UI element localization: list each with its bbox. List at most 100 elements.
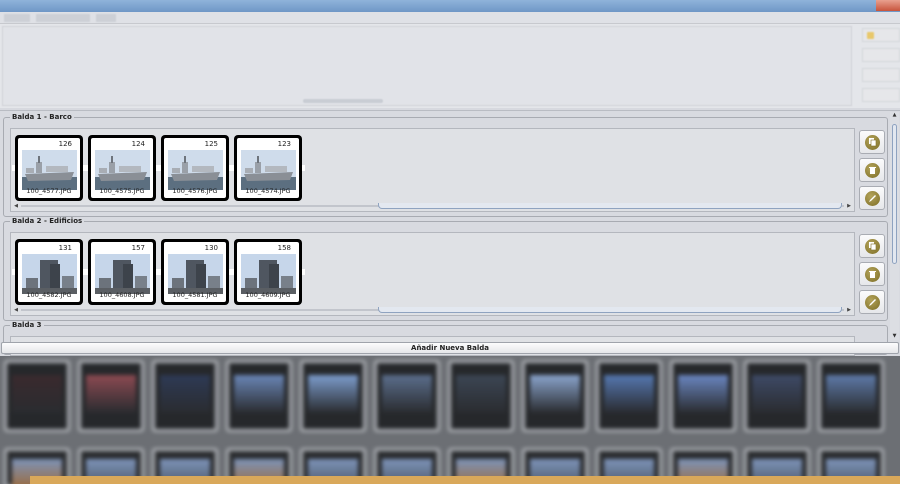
shelves-vertical-scrollbar[interactable]: ▲ ▼ (890, 112, 899, 340)
filmstrip-photo[interactable] (300, 360, 366, 432)
photo-thumbnail[interactable]: 123 100_4574.JPG (231, 135, 305, 201)
filmstrip-photo-image (86, 375, 136, 413)
photo-filename: 100_4574.JPG (245, 187, 291, 195)
photo-image (241, 254, 296, 294)
close-button[interactable] (876, 0, 900, 11)
scroll-down-arrow-icon[interactable]: ▼ (891, 333, 898, 340)
menu-bar (0, 12, 900, 24)
side-tool-button[interactable] (862, 28, 900, 42)
photo-thumbnail[interactable]: 126 100_4577.JPG (12, 135, 86, 201)
photo-count: 158 (277, 244, 291, 252)
filmstrip-photo[interactable] (152, 360, 218, 432)
photo-thumbnail[interactable]: 125 100_4576.JPG (158, 135, 232, 201)
edit-button[interactable] (859, 186, 885, 210)
photo-card: 158 100_4609.JPG (237, 242, 299, 302)
photo-count: 124 (131, 140, 145, 148)
shelf: Balda 2 - Edificios 131 100_4582.JPG 157 10… (3, 217, 888, 321)
filmstrip-photo[interactable] (670, 360, 736, 432)
top-panel-area (0, 24, 900, 108)
photo-thumbnail[interactable]: 124 100_4575.JPG (85, 135, 159, 201)
photo-card: 126 100_4577.JPG (18, 138, 80, 198)
filmstrip-photo[interactable] (374, 360, 440, 432)
left-handle[interactable] (158, 269, 161, 275)
shelf-horizontal-scrollbar[interactable]: ◀ ▶ (13, 307, 852, 313)
photo-image (241, 150, 296, 190)
left-handle[interactable] (85, 165, 88, 171)
photo-filename: 100_4575.JPG (99, 187, 145, 195)
menu-item[interactable] (36, 14, 90, 22)
folder-icon (867, 32, 874, 39)
copy-button[interactable] (859, 130, 885, 154)
photo-image (168, 150, 223, 190)
edit-button[interactable] (859, 290, 885, 314)
top-panel-scrollbar[interactable] (303, 99, 383, 103)
menu-item[interactable] (4, 14, 30, 22)
filmstrip-photo[interactable] (4, 360, 70, 432)
left-handle[interactable] (231, 269, 234, 275)
photo-count: 123 (277, 140, 291, 148)
filmstrip-photo[interactable] (596, 360, 662, 432)
right-handle[interactable] (302, 269, 305, 275)
pencil-icon (865, 191, 880, 206)
right-handle[interactable] (302, 165, 305, 171)
photo-thumbnail[interactable]: 157 100_4608.JPG (85, 239, 159, 305)
photo-count: 130 (204, 244, 218, 252)
photo-thumbnail[interactable]: 158 100_4609.JPG (231, 239, 305, 305)
scroll-thumb[interactable] (378, 203, 842, 209)
photo-thumbnail[interactable]: 130 100_4581.JPG (158, 239, 232, 305)
photo-card: 130 100_4581.JPG (164, 242, 226, 302)
filmstrip-photo-image (234, 375, 284, 413)
filmstrip-photo-image (678, 375, 728, 413)
photo-count: 157 (131, 244, 145, 252)
left-handle[interactable] (85, 269, 88, 275)
left-handle[interactable] (231, 165, 234, 171)
filmstrip-photo[interactable] (744, 360, 810, 432)
filmstrip-photo-image (308, 375, 358, 413)
menu-item[interactable] (96, 14, 116, 22)
delete-button[interactable] (859, 158, 885, 182)
photo-filename: 100_4582.JPG (26, 291, 72, 299)
filmstrip-photo[interactable] (448, 360, 514, 432)
side-tool-button[interactable] (862, 88, 900, 102)
photo-image (95, 254, 150, 294)
photo-card: 123 100_4574.JPG (237, 138, 299, 198)
pencil-icon (865, 295, 880, 310)
photo-filename: 100_4581.JPG (172, 291, 218, 299)
scroll-left-arrow-icon[interactable]: ◀ (13, 203, 19, 209)
top-side-toolbar (856, 24, 900, 108)
scroll-up-arrow-icon[interactable]: ▲ (891, 112, 898, 119)
filmstrip-photo[interactable] (78, 360, 144, 432)
filmstrip-photo-image (382, 375, 432, 413)
filmstrip-photo-image (12, 375, 62, 413)
scroll-thumb[interactable] (892, 124, 897, 264)
left-handle[interactable] (12, 269, 15, 275)
left-handle[interactable] (12, 165, 15, 171)
filmstrip-photo[interactable] (522, 360, 588, 432)
photo-filename: 100_4609.JPG (245, 291, 291, 299)
photo-filename: 100_4577.JPG (26, 187, 72, 195)
delete-button[interactable] (859, 262, 885, 286)
scroll-left-arrow-icon[interactable]: ◀ (13, 307, 19, 313)
photo-count: 131 (58, 244, 72, 252)
copy-icon (865, 135, 880, 150)
scroll-right-arrow-icon[interactable]: ▶ (846, 307, 852, 313)
scroll-right-arrow-icon[interactable]: ▶ (846, 203, 852, 209)
shelf-horizontal-scrollbar[interactable]: ◀ ▶ (13, 203, 852, 209)
shelf-photo-area: 131 100_4582.JPG 157 100_4608.JPG 130 100_458… (10, 232, 855, 316)
filmstrip-photo[interactable] (818, 360, 884, 432)
photo-thumbnail[interactable]: 131 100_4582.JPG (12, 239, 86, 305)
maximize-button[interactable] (854, 0, 876, 11)
filmstrip-photo[interactable] (226, 360, 292, 432)
side-tool-button[interactable] (862, 48, 900, 62)
shelf-title: Balda 3 (10, 321, 44, 329)
copy-button[interactable] (859, 234, 885, 258)
minimize-button[interactable] (832, 0, 854, 11)
left-handle[interactable] (158, 165, 161, 171)
photo-image (95, 150, 150, 190)
photo-filmstrip (0, 356, 900, 484)
trash-icon (865, 267, 880, 282)
side-tool-button[interactable] (862, 68, 900, 82)
shelf: Balda 1 - Barco 126 100_4577.JPG 124 100_45… (3, 113, 888, 217)
scroll-thumb[interactable] (378, 307, 842, 313)
add-shelf-button[interactable]: Añadir Nueva Balda (1, 342, 899, 354)
